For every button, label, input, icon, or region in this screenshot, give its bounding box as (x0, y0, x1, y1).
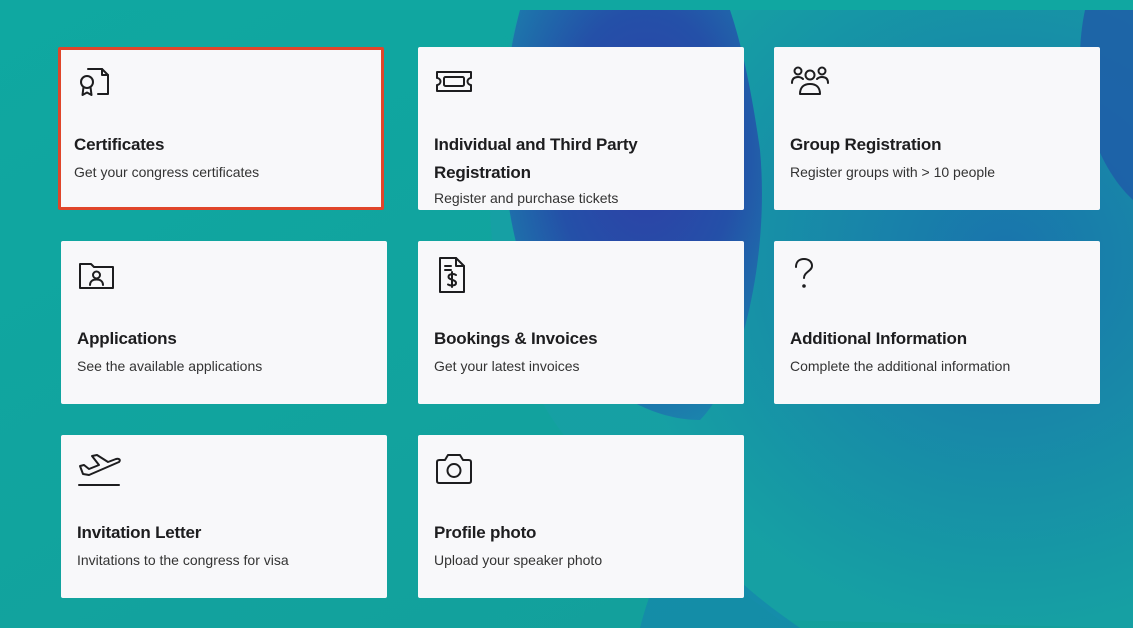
card-title: Group Registration (790, 135, 942, 154)
card-certificates[interactable]: Certificates Get your congress certifica… (58, 47, 384, 210)
card-description: Register groups with > 10 people (790, 164, 996, 180)
card-description: Complete the additional information (790, 358, 1011, 374)
card-additional-information[interactable]: Additional Information Complete the addi… (774, 241, 1100, 404)
card-description: See the available applications (77, 358, 263, 374)
card-individual-registration[interactable]: Individual and Third Party Registration … (418, 47, 744, 210)
card-description: Invitations to the congress for visa (77, 552, 289, 568)
card-applications[interactable]: Applications See the available applicati… (61, 241, 387, 404)
card-bookings-invoices[interactable]: Bookings & Invoices Get your latest invo… (418, 241, 744, 404)
group-icon (790, 61, 830, 101)
card-profile-photo[interactable]: Profile photo Upload your speaker photo (418, 435, 744, 598)
card-group-registration[interactable]: Group Registration Register groups with … (774, 47, 1100, 210)
plane-takeoff-icon (77, 449, 121, 489)
card-invitation-letter[interactable]: Invitation Letter Invitations to the con… (61, 435, 387, 598)
card-title: Bookings & Invoices (434, 329, 598, 348)
card-title: Certificates (74, 135, 165, 154)
card-description: Register and purchase tickets (434, 190, 619, 206)
card-description: Get your latest invoices (434, 358, 580, 374)
invoice-icon (434, 255, 474, 295)
camera-icon (434, 449, 474, 489)
card-description: Get your congress certificates (74, 164, 260, 180)
card-title: Additional Information (790, 329, 967, 348)
card-title: Individual and Third Party Registration (434, 135, 638, 182)
ticket-icon (434, 61, 474, 101)
card-description: Upload your speaker photo (434, 552, 603, 568)
question-icon (790, 255, 830, 295)
card-title: Applications (77, 329, 177, 348)
user-folder-icon (77, 255, 117, 295)
certificate-icon (74, 61, 114, 101)
top-strip (0, 0, 1133, 10)
card-title: Profile photo (434, 523, 537, 542)
card-title: Invitation Letter (77, 523, 202, 542)
